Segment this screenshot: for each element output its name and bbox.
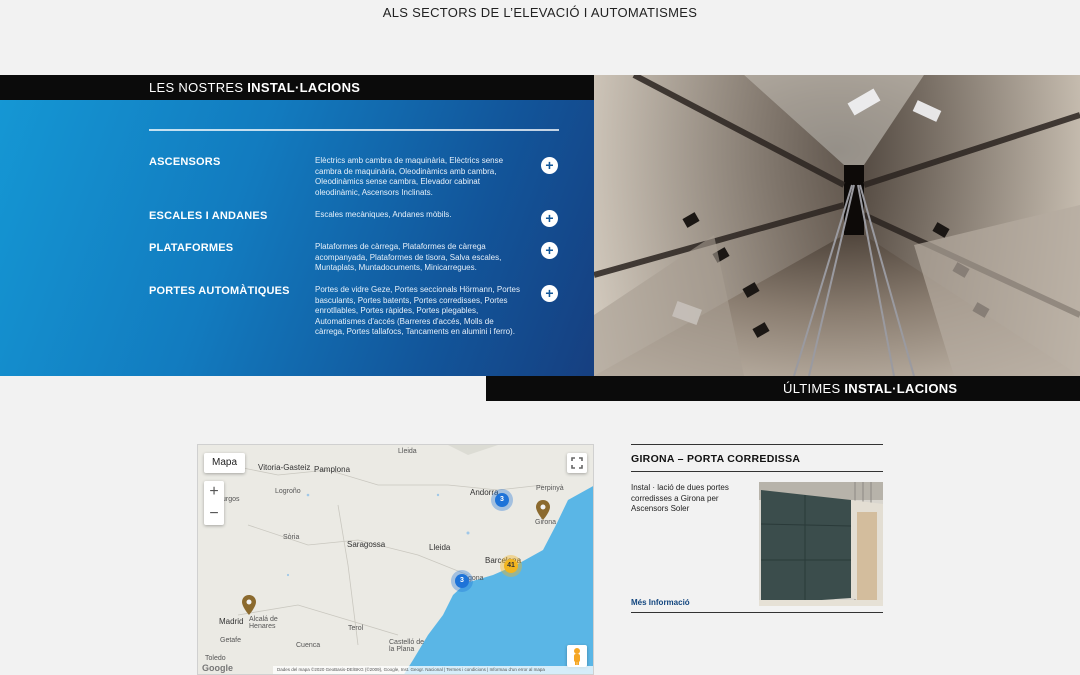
- fullscreen-button[interactable]: [567, 453, 587, 473]
- map-type-label: Mapa: [212, 457, 238, 468]
- installations-heading: LES NOSTRES INSTAL·LACIONS: [0, 75, 594, 100]
- expand-plus-icon[interactable]: +: [541, 242, 558, 259]
- expand-plus-icon[interactable]: +: [541, 210, 558, 227]
- card-description: Instal · lació de dues portes corredisse…: [631, 483, 729, 513]
- map-pin-icon[interactable]: [242, 595, 256, 615]
- latest-heading-bold: INSTAL·LACIONS: [844, 381, 958, 396]
- card-divider: [631, 471, 883, 472]
- map-cluster[interactable]: 41: [504, 559, 518, 573]
- installations-panel: ASCENSORS Elèctrics amb cambra de maquin…: [0, 100, 594, 376]
- zoom-controls: + −: [204, 481, 224, 525]
- zoom-out-button[interactable]: −: [204, 503, 224, 525]
- category-description: Escales mecàniques, Andanes mòbils.: [315, 210, 452, 219]
- map-label-madrid: Madrid: [219, 617, 244, 626]
- map-label-tarragona: gona: [468, 575, 484, 582]
- map-type-selector[interactable]: Mapa ▼: [204, 453, 245, 487]
- map-label-cuenca: Cuenca: [296, 642, 321, 649]
- map-label-logrono: Logroño: [275, 488, 301, 495]
- fullscreen-icon: [571, 457, 583, 469]
- map-label-castello: Castelló de la Plana: [389, 639, 425, 653]
- expand-plus-icon[interactable]: +: [541, 157, 558, 174]
- map-label-lleida-top: Lleida: [398, 448, 417, 455]
- card-divider: [631, 612, 883, 613]
- category-title: PLATAFORMES: [149, 242, 234, 254]
- category-description: Portes de vidre Geze, Portes seccionals …: [315, 285, 520, 336]
- category-title: ASCENSORS: [149, 156, 221, 168]
- category-title: PORTES AUTOMÀTIQUES: [149, 285, 290, 297]
- map-label-perpinya: Perpinyà: [536, 485, 564, 492]
- map-pin-icon[interactable]: [536, 500, 550, 520]
- category-description: Plataformes de càrrega, Plataformes de c…: [315, 242, 502, 272]
- category-title: ESCALES I ANDANES: [149, 210, 268, 222]
- map-attribution[interactable]: Dades del mapa ©2020 GeoBasis-DE/BKG (©2…: [273, 666, 593, 674]
- zoom-in-button[interactable]: +: [204, 481, 224, 503]
- latest-heading-prefix: ÚLTIMES: [783, 381, 845, 396]
- installations-map[interactable]: Vitoria-Gasteiz Pamplona Lleida urgos Lo…: [197, 444, 594, 675]
- map-cluster[interactable]: 3: [455, 574, 469, 588]
- elevator-shaft-photo: [594, 75, 1080, 376]
- map-label-terol: Terol: [348, 625, 364, 632]
- map-label-soria: Sòria: [283, 534, 300, 541]
- street-view-button[interactable]: [567, 645, 587, 667]
- map-label-toledo: Toledo: [205, 655, 226, 662]
- tagline: ALS SECTORS DE L’ELEVACIÓ I AUTOMATISMES: [382, 5, 698, 20]
- card-divider: [631, 444, 883, 445]
- map-label-girona: Girona: [535, 519, 557, 526]
- map-label-burgos: urgos: [222, 496, 240, 503]
- map-label-lleida: Lleida: [429, 543, 451, 552]
- map-cluster[interactable]: 3: [495, 493, 509, 507]
- expand-plus-icon[interactable]: +: [541, 285, 558, 302]
- panel-divider: [149, 129, 559, 131]
- map-label-saragossa: Saragossa: [347, 540, 386, 549]
- pegman-icon: [574, 648, 580, 665]
- latest-installations-heading: ÚLTIMES INSTAL·LACIONS: [486, 376, 1080, 401]
- category-description: Elèctrics amb cambra de maquinària, Elèc…: [315, 156, 504, 197]
- map-label-getafe: Getafe: [220, 637, 242, 644]
- map-label-vitoria: Vitoria-Gasteiz: [258, 463, 311, 472]
- installations-heading-prefix: LES NOSTRES: [149, 80, 248, 95]
- latest-installation-card: GIRONA – PORTA CORREDISSA Instal · lació…: [631, 444, 883, 614]
- map-label-alcala: Alcalá de Henares: [249, 616, 278, 630]
- map-label-andorra: Andorra: [470, 488, 499, 497]
- more-info-link[interactable]: Més Informació: [631, 598, 690, 607]
- card-title[interactable]: GIRONA – PORTA CORREDISSA: [631, 453, 800, 465]
- google-logo: Google: [202, 663, 233, 673]
- door-photo[interactable]: [759, 482, 883, 606]
- map-label-pamplona: Pamplona: [314, 465, 351, 474]
- installations-heading-bold: INSTAL·LACIONS: [247, 80, 361, 95]
